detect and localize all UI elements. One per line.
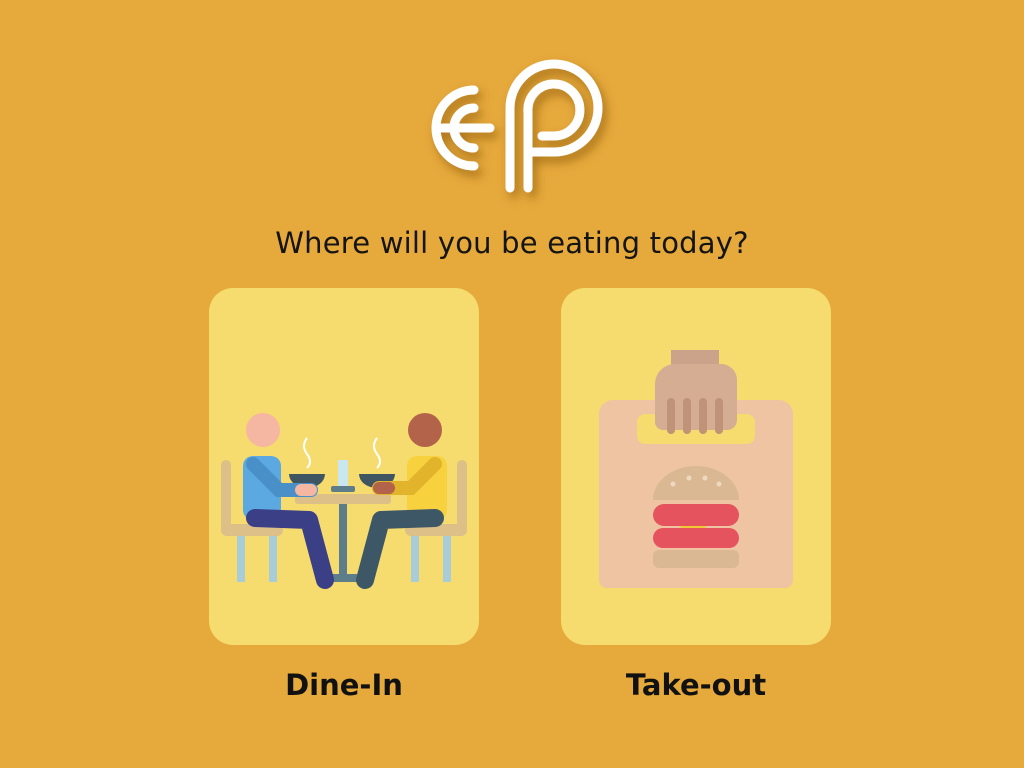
page-question: Where will you be eating today? (275, 226, 749, 260)
dine-in-label[interactable]: Dine-In (209, 668, 479, 702)
dine-in-option-card[interactable] (209, 288, 479, 645)
takeout-bag-icon (599, 350, 793, 588)
brand-logo (412, 48, 608, 200)
dine-in-icon (221, 413, 467, 589)
takeout-label[interactable]: Take-out (561, 668, 831, 702)
cp-logo-icon (431, 59, 603, 193)
takeout-option-card[interactable] (561, 288, 831, 645)
